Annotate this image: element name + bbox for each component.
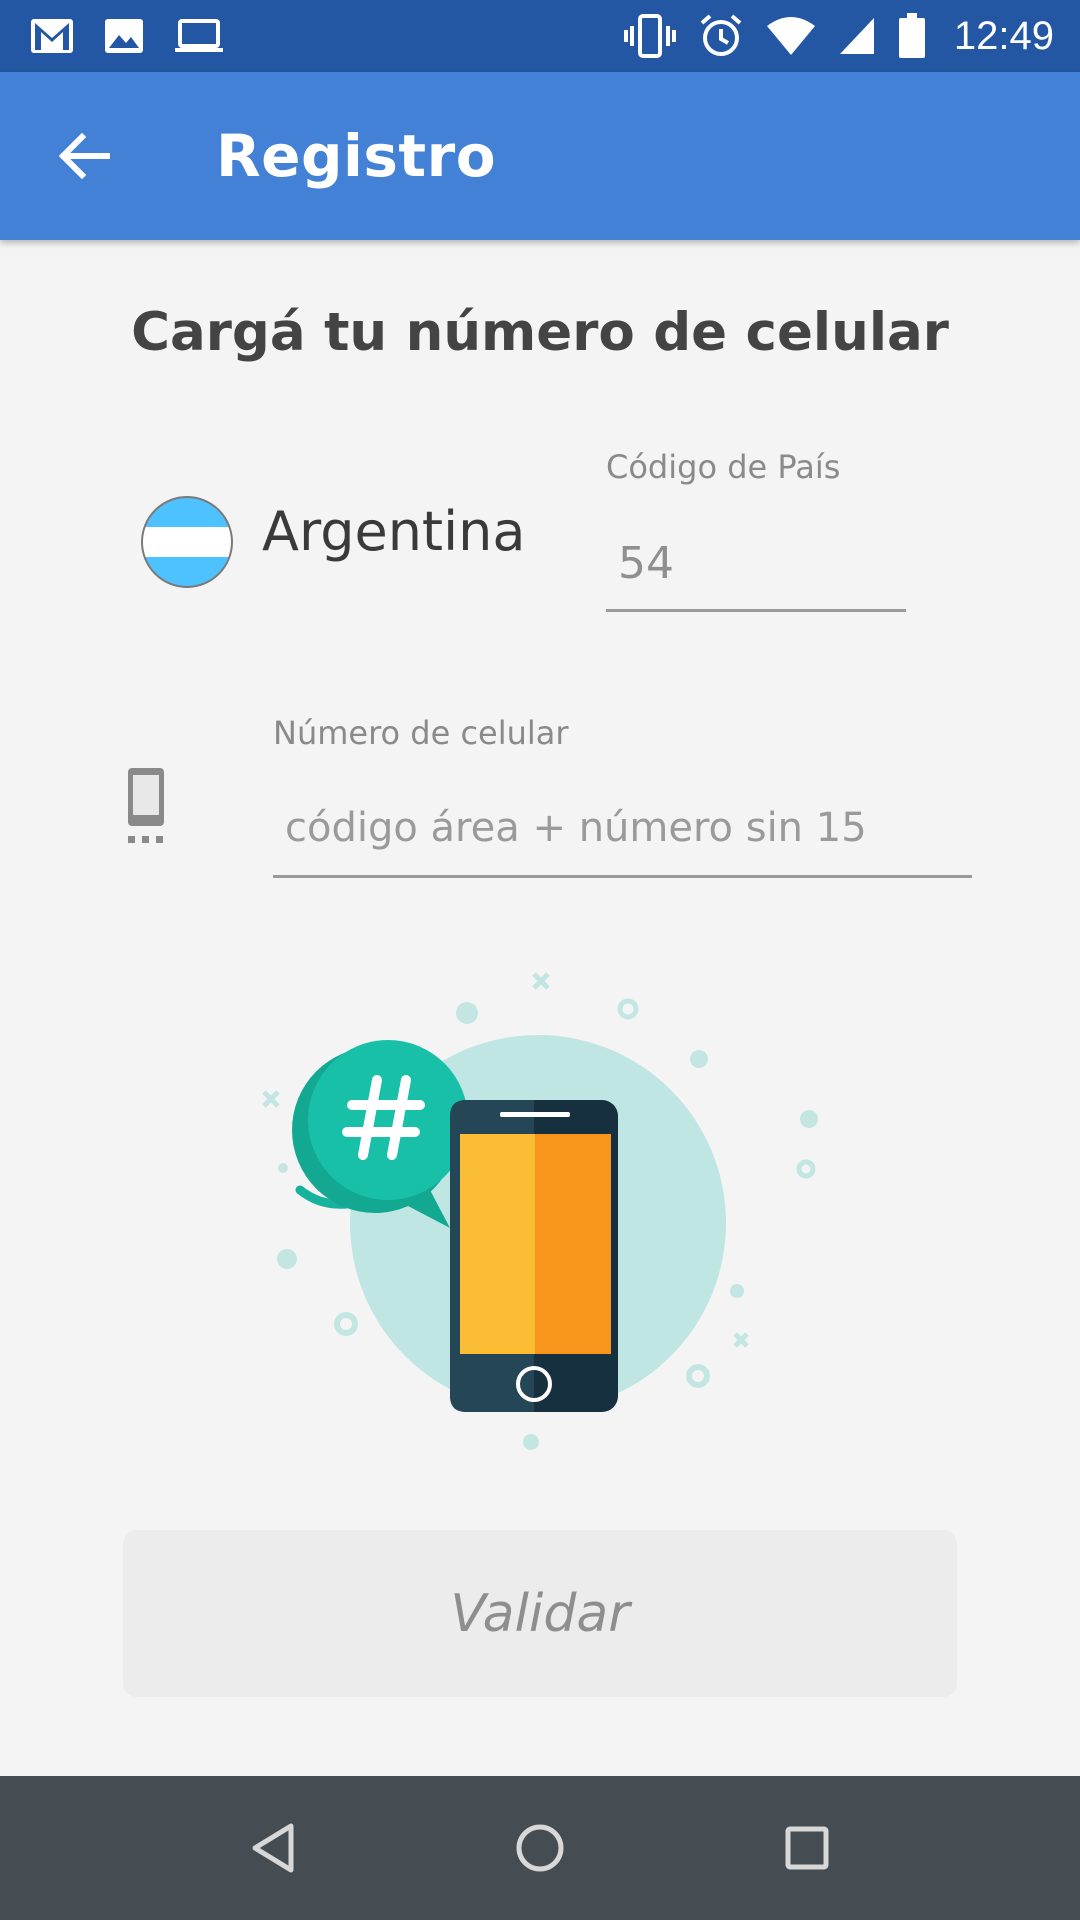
- app-bar: Registro: [0, 72, 1080, 240]
- country-code-input[interactable]: [606, 518, 906, 612]
- status-right-icons: 12:49: [602, 13, 1054, 59]
- argentina-flag-icon[interactable]: [141, 496, 233, 588]
- back-button[interactable]: [34, 106, 134, 206]
- system-nav-bar: [0, 1776, 1080, 1920]
- nav-home-button[interactable]: [495, 1803, 585, 1893]
- recents-square-icon: [785, 1826, 829, 1870]
- signal-icon: [838, 16, 876, 56]
- phone-number-label: Número de celular: [273, 714, 569, 752]
- phone-number-input[interactable]: [273, 780, 972, 878]
- country-name[interactable]: Argentina: [262, 500, 525, 563]
- section-heading: Cargá tu número de celular: [131, 302, 949, 363]
- back-triangle-icon: [252, 1823, 294, 1873]
- arrow-left-icon: [58, 133, 110, 179]
- alarm-icon: [698, 13, 744, 59]
- battery-icon: [898, 13, 926, 59]
- validate-button[interactable]: Validar: [123, 1530, 957, 1697]
- status-left-icons: [30, 18, 254, 54]
- nav-recents-button[interactable]: [762, 1803, 852, 1893]
- smartphone-icon: [128, 768, 164, 843]
- status-time: 12:49: [953, 13, 1054, 58]
- home-circle-icon: [516, 1824, 564, 1872]
- vibrate-icon: [623, 14, 676, 58]
- wifi-icon: [766, 16, 816, 56]
- image-icon: [104, 18, 144, 54]
- phone-hashtag-illustration: [262, 972, 818, 1450]
- laptop-icon: [174, 18, 224, 54]
- gmail-icon: [30, 18, 74, 54]
- page-title: Registro: [216, 122, 497, 190]
- nav-back-button[interactable]: [228, 1803, 318, 1893]
- country-code-label: Código de País: [606, 448, 841, 486]
- status-bar: 12:49: [0, 0, 1080, 72]
